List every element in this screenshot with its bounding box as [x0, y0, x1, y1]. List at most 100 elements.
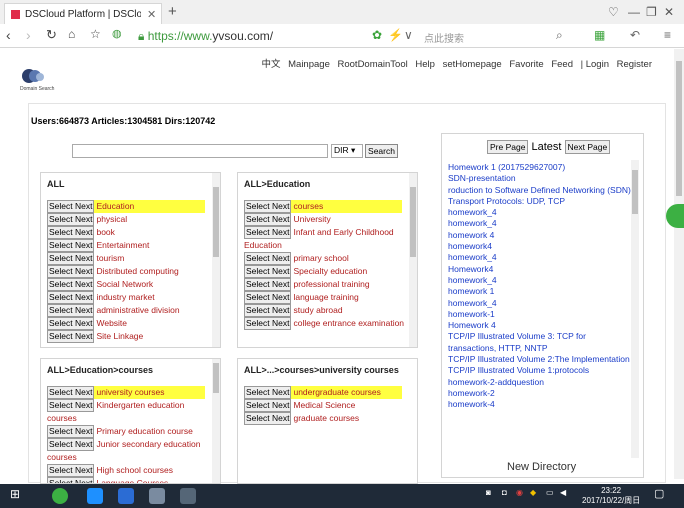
select-next-button[interactable]: Select Next	[244, 200, 292, 213]
select-next-button[interactable]: Select Next	[244, 386, 292, 399]
url-field[interactable]: 🔒︎ https://www.yvsou.com/	[138, 29, 273, 44]
select-next-button[interactable]: Select Next	[244, 412, 292, 425]
site-logo[interactable]	[20, 66, 46, 86]
system-clock[interactable]: 23:22 2017/10/22/周日	[582, 486, 640, 506]
directory-link[interactable]: Medical Science	[293, 400, 355, 410]
panel-scroll-thumb[interactable]	[213, 363, 219, 393]
select-next-button[interactable]: Select Next	[244, 278, 292, 291]
directory-link[interactable]: book	[96, 227, 114, 237]
latest-item-link[interactable]: homework_4	[448, 207, 633, 218]
nav-favorite[interactable]: Favorite	[509, 59, 543, 70]
directory-link[interactable]: physical	[96, 214, 127, 224]
select-next-button[interactable]: Select Next	[47, 330, 95, 343]
directory-search-input[interactable]	[72, 144, 328, 158]
latest-item-link[interactable]: Transport Protocols: UDP, TCP	[448, 196, 633, 207]
select-next-button[interactable]: Select Next	[47, 213, 95, 226]
skin-icon[interactable]: ♡	[608, 5, 619, 19]
select-next-button[interactable]: Select Next	[47, 386, 95, 399]
select-next-button[interactable]: Select Next	[47, 239, 95, 252]
latest-item-link[interactable]: Homework 1 (201752962700​7)	[448, 162, 633, 173]
select-next-button[interactable]: Select Next	[244, 252, 292, 265]
latest-item-link[interactable]: TCP/IP Illustrated Volume 3: TCP for tra…	[448, 331, 633, 354]
directory-link[interactable]: Entertainment	[96, 240, 149, 250]
directory-link[interactable]: High school courses	[96, 465, 173, 475]
select-next-button[interactable]: Select Next	[244, 304, 292, 317]
word-icon[interactable]	[118, 488, 134, 504]
directory-link[interactable]: courses	[293, 201, 323, 211]
start-button-icon[interactable]: ⊞	[10, 487, 26, 503]
latest-item-link[interactable]: Homework 4	[448, 320, 633, 331]
directory-link[interactable]: Social Network	[96, 279, 153, 289]
home-icon[interactable]: ⌂	[68, 27, 75, 41]
select-next-button[interactable]: Select Next	[47, 464, 95, 477]
select-next-button[interactable]: Select Next	[47, 425, 95, 438]
file-explorer-icon[interactable]	[149, 488, 165, 504]
latest-item-link[interactable]: homework_4	[448, 275, 633, 286]
nav-mainpage[interactable]: Mainpage	[288, 59, 330, 70]
nav-chinese[interactable]: 中文	[261, 59, 280, 70]
directory-link[interactable]: Specialty education	[293, 266, 367, 276]
edge-icon[interactable]	[87, 488, 103, 504]
directory-link[interactable]: college entrance examination	[293, 318, 404, 328]
directory-link[interactable]: university courses	[96, 387, 164, 397]
directory-link[interactable]: Website	[96, 318, 127, 328]
panel-scroll-thumb[interactable]	[410, 187, 416, 257]
panel-scrollbar[interactable]	[212, 173, 220, 347]
star-icon[interactable]: ☆	[90, 27, 101, 41]
latest-item-link[interactable]: homework-4	[448, 399, 633, 410]
directory-link[interactable]: language training	[293, 292, 358, 302]
select-next-button[interactable]: Select Next	[47, 265, 95, 278]
dropdown-icon[interactable]: ∨	[404, 28, 413, 42]
apps-icon[interactable]: ▦	[594, 28, 605, 42]
tray-icon-1[interactable]: ◙	[486, 488, 491, 497]
reload-icon[interactable]: ↻	[46, 27, 57, 43]
directory-link[interactable]: professional training	[293, 279, 369, 289]
directory-link[interactable]: administrative division	[96, 305, 179, 315]
select-next-button[interactable]: Select Next	[47, 252, 95, 265]
page-scrollbar[interactable]	[674, 49, 684, 479]
nav-login[interactable]: | Login	[581, 59, 609, 70]
search-button[interactable]: Search	[365, 144, 398, 158]
dir-select[interactable]: DIR ▾	[331, 144, 363, 158]
next-page-button[interactable]: Next Page	[564, 140, 611, 154]
latest-scroll-thumb[interactable]	[632, 170, 638, 214]
notification-icon[interactable]: ▢	[654, 487, 664, 500]
directory-link[interactable]: undergraduate courses	[293, 387, 380, 397]
directory-link[interactable]: study abroad	[293, 305, 342, 315]
select-next-button[interactable]: Select Next	[47, 477, 95, 483]
select-next-button[interactable]: Select Next	[47, 304, 95, 317]
select-next-button[interactable]: Select Next	[47, 317, 95, 330]
latest-item-link[interactable]: TCP/IP Illustrated Volume 1:protocols	[448, 365, 633, 376]
close-tab-icon[interactable]: ✕	[147, 8, 156, 21]
latest-item-link[interactable]: homework 1	[448, 286, 633, 297]
directory-link[interactable]: primary school	[293, 253, 348, 263]
panel-scroll-thumb[interactable]	[213, 187, 219, 257]
nav-register[interactable]: Register	[617, 59, 652, 70]
select-next-button[interactable]: Select Next	[244, 226, 292, 239]
select-next-button[interactable]: Select Next	[47, 291, 95, 304]
minimize-button[interactable]: —	[628, 5, 640, 19]
directory-link[interactable]: University	[293, 214, 330, 224]
select-next-button[interactable]: Select Next	[244, 213, 292, 226]
tray-security-icon[interactable]: ◉	[516, 488, 523, 497]
select-next-button[interactable]: Select Next	[244, 291, 292, 304]
select-next-button[interactable]: Select Next	[47, 200, 95, 213]
latest-item-link[interactable]: Homework4	[448, 264, 633, 275]
new-directory-link[interactable]: New Directory	[507, 461, 576, 473]
select-next-button[interactable]: Select Next	[47, 438, 95, 451]
latest-item-link[interactable]: homework-2	[448, 388, 633, 399]
undo-icon[interactable]: ↶	[630, 28, 640, 42]
panel-scrollbar[interactable]	[212, 359, 220, 483]
paint-icon[interactable]	[180, 488, 196, 504]
extension-icon[interactable]: ✿	[372, 28, 382, 42]
browser-tab[interactable]: DSCloud Platform | DSCloudl ✕	[4, 3, 162, 24]
directory-link[interactable]: Site Linkage	[96, 331, 143, 341]
latest-item-link[interactable]: TCP/IP Illustrated Volume 2:The Implemen…	[448, 354, 633, 365]
back-icon[interactable]: ‹	[6, 27, 11, 43]
nav-sethomepage[interactable]: setHomepage	[443, 59, 502, 70]
select-next-button[interactable]: Select Next	[244, 399, 292, 412]
forward-icon[interactable]: ›	[26, 27, 31, 43]
select-next-button[interactable]: Select Next	[47, 226, 95, 239]
latest-item-link[interactable]: homework_4	[448, 218, 633, 229]
tray-icon-2[interactable]: ◘	[502, 488, 507, 497]
